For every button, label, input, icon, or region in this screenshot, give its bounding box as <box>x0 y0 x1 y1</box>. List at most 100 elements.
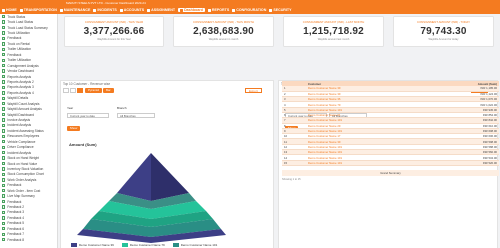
report-icon <box>2 216 6 220</box>
sidebar-item-label: Reports Analysis 2 <box>7 79 34 84</box>
nav-home[interactable]: HOME <box>2 8 17 12</box>
report-icon <box>2 107 6 111</box>
report-icon <box>2 172 6 177</box>
nav-reports[interactable]: REPORTS <box>207 8 229 12</box>
sidebar-item-label: Feedback 3 <box>7 210 25 215</box>
nav-incidents[interactable]: INCIDENTS <box>93 8 117 12</box>
sidebar-item-label: Stock on Hand Value <box>7 161 38 166</box>
nav-transportation[interactable]: TRANSPORTATION <box>19 8 57 12</box>
chart-view-icon[interactable] <box>70 88 76 93</box>
nav-configuration[interactable]: CONFIGURATION <box>232 8 266 12</box>
report-icon <box>2 221 6 226</box>
sidebar-item[interactable]: Feedback 8 <box>0 237 57 242</box>
nav-security[interactable]: SECURITY <box>269 8 291 12</box>
pyramid-button[interactable]: Pyramid <box>85 88 103 93</box>
table-view-icon[interactable] <box>63 88 69 93</box>
kpi-card-month: CONSIGNMENT AMOUNT (INR) - THIS MONTH 2,… <box>173 16 274 47</box>
kpi-value: 3,377,266.66 <box>83 26 145 37</box>
pyramid-tier-1-left <box>117 153 151 201</box>
report-icon <box>2 118 6 122</box>
sidebar-item-label: Driver Compliance <box>7 145 34 150</box>
report-icon <box>2 96 6 100</box>
report-icon <box>2 112 6 117</box>
sidebar-item-label: Vehicle Compliance <box>7 139 36 144</box>
kpi-value: 79,743.30 <box>420 26 467 37</box>
sidebar-item-label: Work Order Analysis <box>7 177 37 182</box>
kpi-label: CONSIGNMENT AMOUNT (INR) - THIS MONTH <box>193 20 254 24</box>
sidebar-item-label: Reports Analysis 4 <box>7 90 34 95</box>
pyramid-view-icon[interactable] <box>77 88 83 93</box>
sidebar-item-label: Trailer Utilization <box>7 47 32 52</box>
table-pager: Showing 1 to 15 <box>282 178 301 181</box>
year-label: Year <box>67 106 74 110</box>
legend-swatch <box>172 243 179 247</box>
panel-toolbar: Pyramid Bar <box>63 88 114 93</box>
kpi-card-last-month: CONSIGNMENT AMOUNT (INR) - LAST MONTH 1,… <box>283 16 384 47</box>
sidebar: Truck Status Truck Load Status Truck Load … <box>0 14 58 248</box>
sidebar-item-label: Feedback 2 <box>7 205 25 210</box>
kpi-value: 2,638,683.90 <box>193 26 254 37</box>
home-icon <box>2 8 5 12</box>
sidebar-item-label: Stock on Hand Weight <box>7 156 40 161</box>
report-icon <box>2 47 6 52</box>
sidebar-item-label: Trailer Utilization <box>7 58 32 63</box>
nav-maintenance[interactable]: MAINTENANCE <box>59 8 90 12</box>
report-icon <box>2 58 6 62</box>
sidebar-item-label: Reports Analysis 3 <box>7 85 34 90</box>
kpi-subtext: Waybills Amount for today <box>428 38 459 41</box>
kpi-subtext: Waybills Amount for this Year <box>97 38 131 41</box>
report-icon <box>2 36 6 41</box>
sidebar-item-label: Incident Analysis <box>7 123 32 128</box>
kpi-card-today: CONSIGNMENT AMOUNT (INR) - TODAY 79,743.… <box>393 16 494 47</box>
report-icon <box>2 129 6 133</box>
kpi-card-year: CONSIGNMENT AMOUNT (INR) - THIS YEAR 3,3… <box>64 16 164 47</box>
report-icon <box>2 69 6 73</box>
sidebar-item-label: Inventory Stock Valuation <box>7 166 44 171</box>
customer-name: Demo Customer Name 101 <box>306 160 426 166</box>
legend-swatch <box>71 243 77 247</box>
truck-icon <box>19 8 23 12</box>
sidebar-item-label: Live Map Summary <box>7 194 35 199</box>
bar-button[interactable]: Bar <box>103 88 114 93</box>
sidebar-item-label: Feedback <box>7 36 22 41</box>
sidebar-item-label: Truck Utilization <box>7 31 30 36</box>
sidebar-item-label: Waybill Count Analysis <box>7 101 40 106</box>
alert-icon <box>93 8 97 12</box>
sidebar-item-label: Waybill Amount Analysis <box>7 107 42 112</box>
chart-legend: Demo Customer Name 39 Demo Customer Name… <box>71 243 225 247</box>
report-icon <box>2 31 6 35</box>
sidebar-item-label: Truck Load Status <box>7 20 34 25</box>
sidebar-item-label: Work Order - Item Cost <box>7 188 41 193</box>
kpi-subtext: Waybills amount in month <box>208 38 239 41</box>
report-icon <box>2 80 6 84</box>
table-row[interactable]: 15 Demo Customer Name 101 INR 520.00 <box>282 160 499 166</box>
top-customers-chart-panel: Top 10 Customer - Revenue wise Pyramid B… <box>60 80 274 248</box>
sidebar-item-label: Feedback <box>7 199 22 204</box>
sidebar-item-label: Feedback <box>7 183 22 188</box>
lock-icon <box>269 8 273 12</box>
kpi-subtext: Waybills amount last month <box>317 38 350 41</box>
report-icon <box>2 194 6 198</box>
sidebar-item-label: Feedback 5 <box>7 221 25 226</box>
branch-select[interactable]: All Branches <box>117 113 155 118</box>
nav-accounts[interactable]: ACCOUNTS <box>119 8 144 12</box>
report-icon <box>2 85 6 90</box>
report-icon <box>2 189 6 193</box>
dashboard-icon <box>180 8 184 12</box>
report-icon <box>2 53 6 57</box>
table-totals: Grand Summary <box>282 170 499 176</box>
sidebar-item-label: Feedback 8 <box>7 237 25 242</box>
nav-dashboard[interactable]: Dashboard <box>178 8 205 12</box>
chart-title: Amount (Sum) <box>69 142 97 147</box>
clipboard-icon <box>147 8 151 12</box>
year-select[interactable]: Current year to date <box>67 113 109 118</box>
customer-revenue-table: Customer Amount (Sum) 1 Demo Customer Nam… <box>282 81 499 166</box>
wrench-icon <box>59 8 63 12</box>
show-button[interactable]: Show <box>67 126 80 131</box>
legend-item: Demo Customer Name 79 <box>121 243 165 247</box>
report-icon <box>2 156 6 160</box>
gear-icon <box>232 8 236 12</box>
nav-assignment[interactable]: ASSIGNMENT <box>147 8 175 12</box>
export-button[interactable]: Export <box>245 88 262 93</box>
sidebar-item-label: Reports Analysis <box>7 74 32 79</box>
